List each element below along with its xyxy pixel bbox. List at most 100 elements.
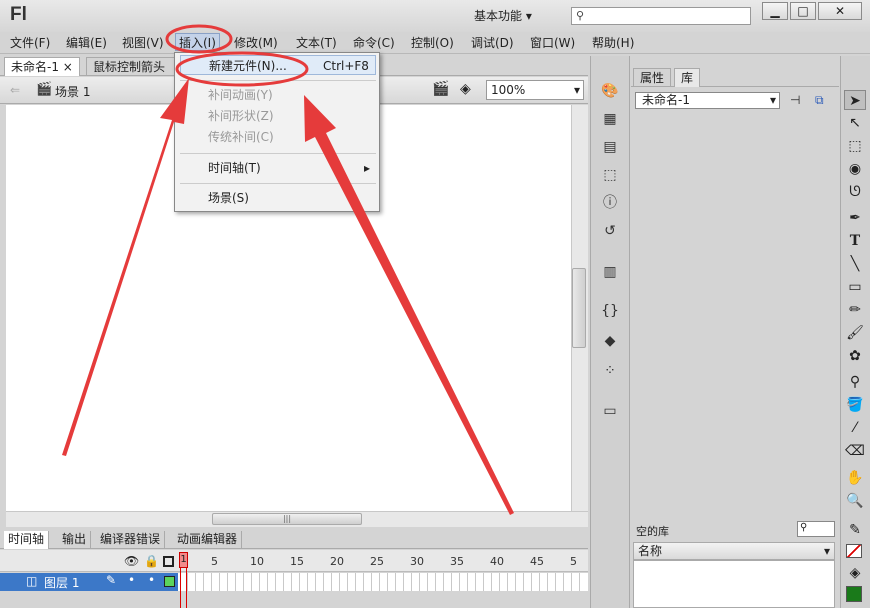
subselection-tool-icon[interactable]: ↖ (844, 113, 866, 133)
close-button[interactable]: ✕ (818, 2, 862, 20)
menu-item-new-symbol[interactable]: 新建元件(N)... Ctrl+F8 (180, 55, 376, 75)
rectangle-tool-icon[interactable]: ▭ (844, 277, 866, 297)
menu-item-label: 新建元件(N)... (209, 59, 287, 73)
lock-dot[interactable]: • (148, 573, 155, 587)
scene-panel-icon[interactable]: ▭ (600, 402, 620, 420)
stroke-color-icon[interactable]: ✎ (844, 520, 866, 540)
eraser-tool-icon[interactable]: ⌫ (844, 441, 866, 461)
layer-1[interactable]: ◫ 图层 1 ✎ • • (0, 573, 178, 591)
horizontal-scroll-thumb[interactable]: ||| (212, 513, 362, 525)
library-search-input[interactable]: ⚲ (797, 521, 835, 537)
free-transform-tool-icon[interactable]: ⬚ (844, 136, 866, 156)
menu-item-scene[interactable]: 场景(S) (180, 188, 376, 208)
tab-output[interactable]: 输出 (58, 531, 92, 549)
workspace-switcher[interactable]: 基本功能 ▾ (474, 6, 564, 26)
name-column-header[interactable]: 名称 ▾ (633, 542, 835, 560)
menu-item-shortcut: Ctrl+F8 (323, 59, 369, 73)
frame-cells[interactable] (180, 573, 582, 591)
tab-label: 鼠标控制箭头 (93, 60, 166, 74)
stroke-color-swatch[interactable] (846, 544, 862, 558)
help-search-input[interactable]: ⚲ (571, 7, 751, 25)
brush-tool-icon[interactable]: 🖌 (844, 323, 866, 343)
edit-symbols-icon[interactable]: ◈ (460, 81, 471, 97)
frame-number: 40 (490, 555, 504, 568)
menu-separator (180, 153, 376, 154)
chevron-down-icon: ▾ (823, 544, 830, 558)
eye-icon[interactable]: 👁 (124, 554, 139, 568)
tab-timeline[interactable]: 时间轴 (4, 531, 50, 549)
menu-commands[interactable]: 命令(C) (353, 34, 395, 52)
actions-icon[interactable]: {} (600, 302, 620, 320)
minimize-button[interactable]: ▁ (762, 2, 788, 20)
tab-compiler-errors[interactable]: 编译器错误 (96, 531, 166, 549)
edit-scene-icon[interactable]: 🎬 (432, 81, 449, 97)
menu-separator (180, 80, 376, 81)
new-library-icon[interactable]: ⧉ (815, 93, 824, 108)
scene-label: 场景 1 (55, 85, 91, 99)
pencil-tool-icon[interactable]: ✏ (844, 300, 866, 320)
outline-color-box[interactable] (164, 576, 175, 587)
menu-modify[interactable]: 修改(M) (234, 34, 278, 52)
color-icon[interactable]: 🎨 (600, 82, 620, 100)
fill-color-icon[interactable]: ◈ (844, 563, 866, 583)
menu-help[interactable]: 帮助(H) (592, 34, 634, 52)
visibility-dot[interactable]: • (128, 573, 135, 587)
selection-tool-icon[interactable]: ➤ (844, 90, 866, 110)
menu-edit[interactable]: 编辑(E) (66, 34, 107, 52)
outline-icon[interactable] (163, 556, 174, 567)
frame-number: 35 (450, 555, 464, 568)
tab-label: 未命名-1 (11, 60, 59, 74)
hand-tool-icon[interactable]: ✋ (844, 468, 866, 488)
components-icon[interactable]: ◆ (600, 332, 620, 350)
bone-tool-icon[interactable]: ⚲ (844, 372, 866, 392)
playhead-marker[interactable]: 1 (179, 552, 188, 568)
history-icon[interactable]: ↺ (600, 222, 620, 240)
lock-icon[interactable]: 🔒 (144, 554, 159, 568)
menu-text[interactable]: 文本(T) (296, 34, 337, 52)
swatches-icon[interactable]: ▦ (600, 110, 620, 128)
tab-motion-editor[interactable]: 动画编辑器 (173, 531, 243, 549)
fill-color-swatch[interactable] (846, 586, 862, 602)
tab-untitled-1[interactable]: 未命名-1 × (4, 57, 80, 76)
align-icon[interactable]: ▤ (600, 138, 620, 156)
info-icon[interactable]: ⓘ (600, 194, 620, 212)
library-document-name: 未命名-1 (642, 93, 690, 107)
tab-library[interactable]: 库 (674, 68, 701, 87)
menu-control[interactable]: 控制(O) (411, 34, 454, 52)
maximize-button[interactable]: □ (790, 2, 816, 20)
pen-tool-icon[interactable]: ✒ (844, 208, 866, 228)
line-tool-icon[interactable]: ╲ (844, 254, 866, 274)
pin-icon[interactable]: ⊣ (790, 93, 800, 107)
zoom-select[interactable]: 100% ▾ (486, 80, 584, 100)
zoom-tool-icon[interactable]: 🔍 (844, 491, 866, 511)
transform-icon[interactable]: ⬚ (600, 166, 620, 184)
scene-clapper-icon: 🎬 (36, 82, 53, 97)
back-arrow-icon[interactable]: ⇐ (10, 83, 20, 97)
eyedropper-tool-icon[interactable]: ⁄ (844, 418, 866, 438)
menu-view[interactable]: 视图(V) (122, 34, 164, 52)
motion-presets-icon[interactable]: ⁘ (600, 362, 620, 380)
close-icon[interactable]: × (63, 60, 73, 74)
3d-rotation-tool-icon[interactable]: ◉ (844, 159, 866, 179)
zoom-value: 100% (491, 83, 526, 97)
menu-window[interactable]: 窗口(W) (530, 34, 575, 52)
lasso-tool-icon[interactable]: ᘎ (844, 182, 866, 202)
library-document-select[interactable]: 未命名-1 ▾ (635, 92, 780, 109)
library-item-list[interactable] (633, 560, 835, 608)
text-tool-icon[interactable]: T (844, 231, 866, 251)
paint-bucket-tool-icon[interactable]: 🪣 (844, 395, 866, 415)
workspace-label: 基本功能 (474, 9, 523, 23)
vertical-scroll-thumb[interactable] (572, 268, 586, 348)
library-icon[interactable]: ▥ (600, 263, 620, 281)
tab-properties[interactable]: 属性 (633, 68, 672, 87)
frame-number: 5 (570, 555, 577, 568)
menu-debug[interactable]: 调试(D) (471, 34, 514, 52)
menu-file[interactable]: 文件(F) (10, 34, 50, 52)
layer-icon: ◫ (26, 574, 38, 588)
search-icon: ⚲ (576, 9, 585, 22)
deco-tool-icon[interactable]: ✿ (844, 346, 866, 366)
tab-mouse-arrow[interactable]: 鼠标控制箭头 (86, 57, 176, 76)
menu-item-timeline[interactable]: 时间轴(T) ▸ (180, 158, 376, 178)
frame-number: 5 (211, 555, 218, 568)
menu-insert[interactable]: 插入(I) (175, 33, 220, 51)
